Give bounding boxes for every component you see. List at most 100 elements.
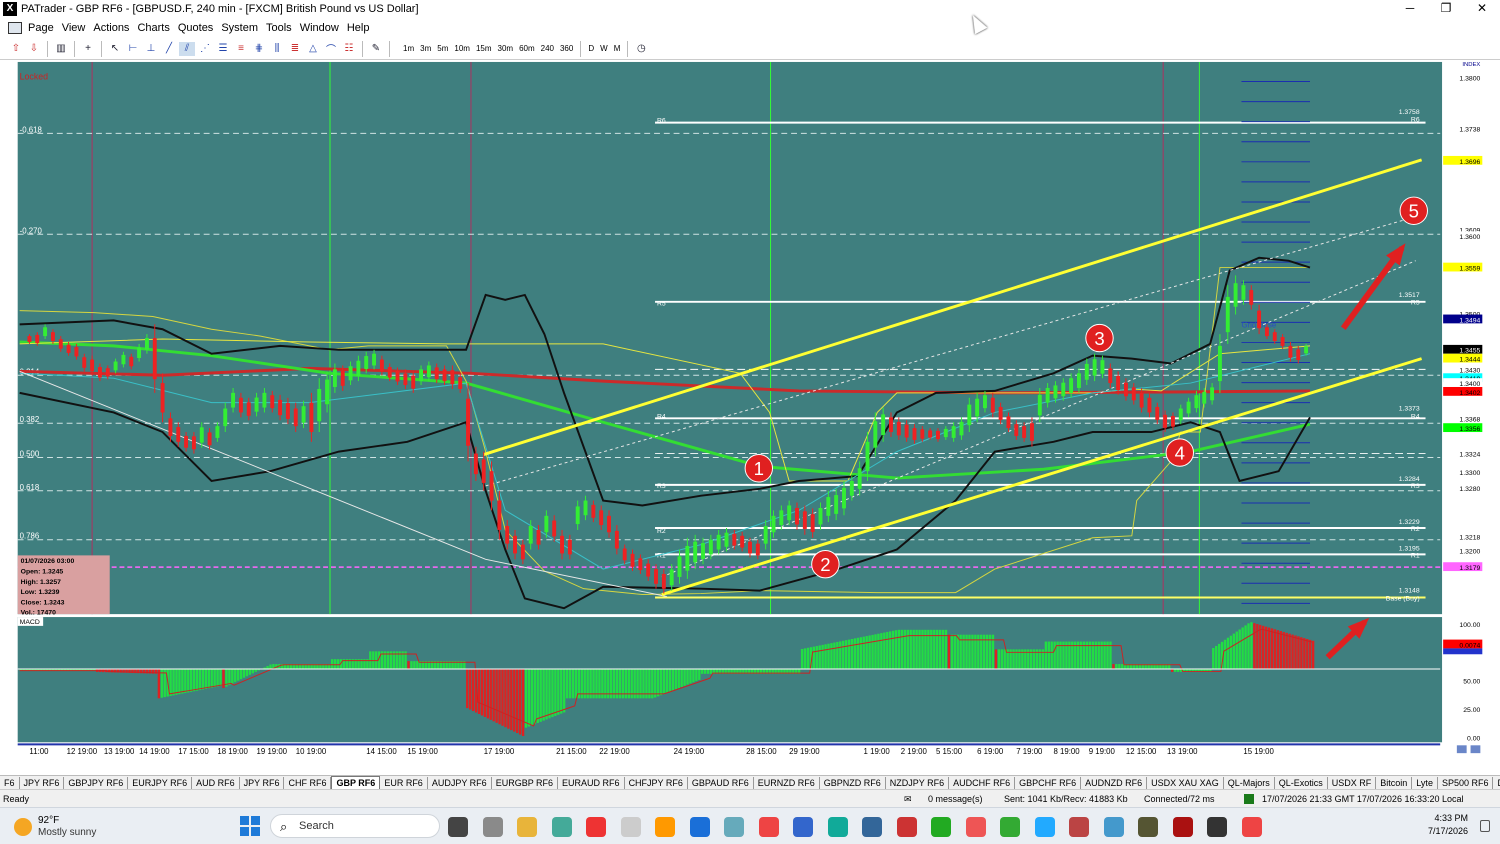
status-messages[interactable]: 0 message(s) xyxy=(928,794,983,804)
taskbar-clock[interactable]: 4:33 PM xyxy=(1432,813,1468,823)
app-icon[interactable] xyxy=(655,817,675,837)
chrome-icon[interactable] xyxy=(1241,817,1262,837)
cycle-icon[interactable]: ⫼ xyxy=(269,42,285,56)
app-icon[interactable] xyxy=(551,817,572,837)
chart-tab[interactable]: DJIA xyxy=(1493,777,1500,789)
notification-icon[interactable] xyxy=(1480,820,1490,832)
zoom-icon[interactable] xyxy=(1456,745,1467,754)
chart-tab[interactable]: CHFJPY RF6 xyxy=(625,776,688,789)
chart-tab[interactable]: EUR RF6 xyxy=(380,776,428,789)
menu-page[interactable]: Page xyxy=(28,22,62,34)
chart-icon[interactable]: ▥ xyxy=(53,42,69,56)
app-icon[interactable] xyxy=(1103,817,1124,837)
app-icon[interactable] xyxy=(758,817,779,837)
vline-icon[interactable]: ⊥ xyxy=(143,42,159,56)
chart-tab[interactable]: AUD RF6 xyxy=(192,776,240,789)
crosshair-icon[interactable]: + xyxy=(80,42,96,56)
media-icon[interactable] xyxy=(1207,817,1227,837)
chart-tab[interactable]: USDX XAU XAG xyxy=(1147,776,1224,789)
menu-view[interactable]: View xyxy=(62,22,94,34)
menu-charts[interactable]: Charts xyxy=(137,22,177,34)
app-icon[interactable] xyxy=(1138,817,1158,837)
notes-icon[interactable] xyxy=(689,817,710,837)
menu-help[interactable]: Help xyxy=(347,22,378,34)
close-button[interactable]: ✕ xyxy=(1464,0,1500,18)
timeframe-15m[interactable]: 15m xyxy=(473,44,495,53)
patrader-icon[interactable] xyxy=(620,817,641,837)
taskbar-date[interactable]: 7/17/2026 xyxy=(1418,826,1468,836)
app-icon[interactable] xyxy=(1172,817,1193,837)
chart-tab[interactable]: USDX RF xyxy=(1328,776,1377,789)
channel-icon[interactable]: ⫽ xyxy=(179,41,195,56)
file-explorer-icon[interactable] xyxy=(517,817,537,837)
calculator-icon[interactable] xyxy=(482,817,503,837)
chart-tab[interactable]: AUDJPY RF6 xyxy=(428,776,492,789)
levels-icon[interactable]: ≣ xyxy=(287,42,303,56)
menu-tools[interactable]: Tools xyxy=(266,22,300,34)
fib-fan-icon[interactable]: ⋰ xyxy=(197,42,213,56)
menu-system[interactable]: System xyxy=(221,22,266,34)
chart-tab[interactable]: CHF RF6 xyxy=(284,776,332,789)
task-view-icon[interactable] xyxy=(448,817,468,837)
chart-tab[interactable]: QL-Exotics xyxy=(1275,776,1328,789)
menu-actions[interactable]: Actions xyxy=(93,22,137,34)
timeframe-30m[interactable]: 30m xyxy=(495,44,517,53)
chart-tab[interactable]: NZDJPY RF6 xyxy=(886,776,950,789)
settings-icon[interactable] xyxy=(1470,745,1481,754)
timeframe-m[interactable]: M xyxy=(611,44,624,53)
chart-tab[interactable]: JPY RF6 xyxy=(20,776,65,789)
fib-retracement-icon[interactable]: ☰ xyxy=(215,42,231,56)
excel-icon[interactable] xyxy=(931,817,951,837)
chart-tab[interactable]: EURNZD RF6 xyxy=(754,776,820,789)
cursor-icon[interactable]: ↖ xyxy=(107,42,123,56)
chart-tab[interactable]: GBP RF6 xyxy=(331,776,381,789)
chart-menu-icon[interactable] xyxy=(8,22,22,34)
timeframe-3m[interactable]: 3m xyxy=(417,44,434,53)
price-chart[interactable]: -0.618-0.2700.2140.3820.5000.6180.786R6R… xyxy=(0,60,1500,760)
hline-icon[interactable]: ⊢ xyxy=(125,42,141,56)
timeframe-10m[interactable]: 10m xyxy=(451,44,473,53)
chart-tab[interactable]: SP500 RF6 xyxy=(1438,776,1494,789)
sell-icon[interactable]: ⇩ xyxy=(26,42,42,56)
gann-icon[interactable]: ⋕ xyxy=(251,42,267,56)
app-icon[interactable] xyxy=(965,817,986,837)
chart-tab[interactable]: EURJPY RF6 xyxy=(128,776,193,789)
trendline-icon[interactable]: ╱ xyxy=(161,42,177,56)
app-icon[interactable] xyxy=(1069,817,1089,837)
chart-tab[interactable]: AUDNZD RF6 xyxy=(1081,776,1148,789)
app-icon[interactable] xyxy=(1000,817,1020,837)
chart-tab[interactable]: F6 xyxy=(0,776,20,789)
menu-window[interactable]: Window xyxy=(300,22,347,34)
chart-tab[interactable]: QL-Majors xyxy=(1224,776,1275,789)
menu-quotes[interactable]: Quotes xyxy=(178,22,221,34)
chart-tab[interactable]: GBPCHF RF6 xyxy=(1015,776,1082,789)
timeframe-d[interactable]: D xyxy=(585,44,597,53)
minimize-button[interactable]: ─ xyxy=(1392,0,1428,18)
pencil-icon[interactable]: ✎ xyxy=(368,42,384,56)
chart-tab[interactable]: EURAUD RF6 xyxy=(558,776,625,789)
network-icon[interactable] xyxy=(724,817,744,837)
triangle-icon[interactable]: △ xyxy=(305,42,321,56)
chart-tab[interactable]: AUDCHF RF6 xyxy=(949,776,1016,789)
app-icon[interactable] xyxy=(862,817,882,837)
telegram-icon[interactable] xyxy=(1034,817,1055,837)
arc-icon[interactable]: ⌒ xyxy=(323,42,339,56)
chart-tab[interactable]: GBPNZD RF6 xyxy=(820,776,886,789)
chart-tab[interactable]: GBPJPY RF6 xyxy=(64,776,129,789)
timeframe-240[interactable]: 240 xyxy=(538,44,557,53)
timeframe-60m[interactable]: 60m xyxy=(516,44,538,53)
fib-extension-icon[interactable]: ≡ xyxy=(233,42,249,56)
text-icon[interactable]: ☷ xyxy=(341,42,357,56)
timeframe-1m[interactable]: 1m xyxy=(400,44,417,53)
timeframe-360[interactable]: 360 xyxy=(557,44,576,53)
app-icon[interactable] xyxy=(827,817,848,837)
clock-icon[interactable]: ◷ xyxy=(633,42,649,56)
app-icon[interactable] xyxy=(896,817,917,837)
start-icon[interactable] xyxy=(240,816,260,836)
timeframe-5m[interactable]: 5m xyxy=(434,44,451,53)
chart-tab[interactable]: Lyte xyxy=(1412,776,1438,789)
chart-tab[interactable]: Bitcoin xyxy=(1376,776,1413,789)
timeframe-w[interactable]: W xyxy=(597,44,611,53)
buy-icon[interactable]: ⇧ xyxy=(8,42,24,56)
chart-tab[interactable]: JPY RF6 xyxy=(240,776,285,789)
